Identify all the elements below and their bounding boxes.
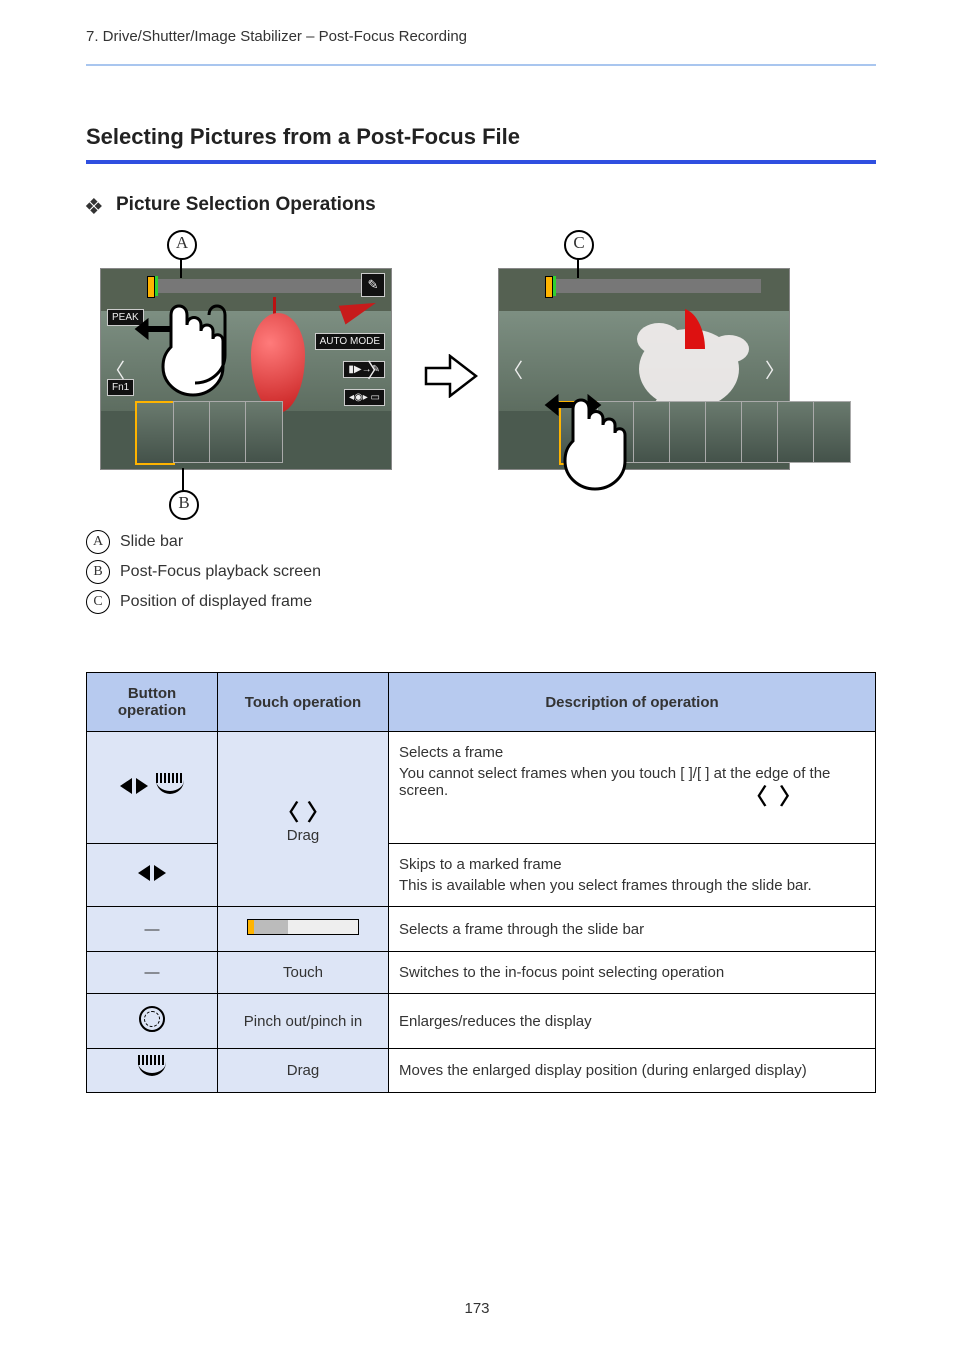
section-title: Selecting Pictures from a Post-Focus Fil… — [86, 124, 520, 150]
desc-cell: Selects a frame through the slide bar — [389, 907, 876, 952]
chevron-right-icon: 〉 — [307, 800, 329, 825]
header-rule — [86, 64, 876, 66]
col-button: Button operation — [87, 673, 218, 732]
control-wheel-icon — [139, 1006, 165, 1032]
legend-mark-b: B — [86, 560, 110, 584]
table-row: — Selects a frame through the slide bar — [87, 907, 876, 952]
btn-cell: — — [87, 952, 218, 994]
callout-legend: A Slide bar B Post-Focus playback screen C… — [86, 530, 321, 620]
desc-cell: Skips to a marked frame This is availabl… — [389, 844, 876, 907]
desc-cell: Selects a frame You cannot select frames… — [389, 732, 876, 844]
auto-mode-badge: AUTO MODE — [315, 333, 385, 350]
left-arrow-icon — [120, 778, 132, 794]
desc-cell: Enlarges/reduces the display — [389, 994, 876, 1049]
desc-cell: Moves the enlarged display position (dur… — [389, 1049, 876, 1093]
operations-table: Button operation Touch operation Descrip… — [86, 672, 876, 1093]
legend-mark-c: C — [86, 590, 110, 614]
playback-screen-left: ✎ PEAK Fn1 AUTO MODE ▮▶→✎ ◂◉▸ ▭ 〈 〉 — [100, 268, 392, 470]
callout-c: C — [564, 230, 594, 260]
col-desc: Description of operation — [389, 673, 876, 732]
touch-cell: Pinch out/pinch in — [218, 994, 389, 1049]
page-number: 173 — [0, 1300, 954, 1317]
callout-b: B — [169, 490, 199, 520]
prev-chevron-icon[interactable]: 〈 — [105, 355, 125, 384]
desc-cell: Switches to the in-focus point selecting… — [389, 952, 876, 994]
category-header: 7. Drive/Shutter/Image Stabilizer – Post… — [86, 28, 467, 45]
left-arrow-icon — [138, 865, 150, 881]
arrow-right-icon — [424, 354, 478, 398]
btn-cell — [87, 732, 218, 844]
playback-screen-right: 〈 〉 — [498, 268, 790, 470]
legend-text-b: Post-Focus playback screen — [120, 563, 321, 581]
table-row: Skips to a marked frame This is availabl… — [87, 844, 876, 907]
right-arrow-icon — [136, 778, 148, 794]
next-chevron-icon[interactable]: 〉 — [765, 355, 785, 384]
diamond-icon: ❖ — [84, 194, 104, 220]
col-touch: Touch operation — [218, 673, 389, 732]
thumbnail-strip[interactable] — [135, 401, 281, 461]
touch-cell: 〈 〉Drag — [218, 732, 389, 907]
table-row: — Touch Switches to the in-focus point s… — [87, 952, 876, 994]
prev-chevron-icon[interactable]: 〈 — [503, 355, 523, 384]
right-arrow-icon — [154, 865, 166, 881]
table-row: 〈 〉Drag Selects a frame You cannot selec… — [87, 732, 876, 844]
drag-hand-icon — [543, 379, 663, 499]
legend-text-a: Slide bar — [120, 533, 183, 551]
table-row: Drag Moves the enlarged display position… — [87, 1049, 876, 1093]
dial-icon — [138, 1061, 166, 1076]
legend-mark-a: A — [86, 530, 110, 554]
touch-cell — [218, 907, 389, 952]
chevron-left-icon: 〈 — [277, 800, 299, 825]
touch-cell: Touch — [218, 952, 389, 994]
nav-badge: ◂◉▸ ▭ — [344, 389, 385, 406]
next-chevron-icon[interactable]: 〉 — [367, 355, 387, 384]
table-row: Pinch out/pinch in Enlarges/reduces the … — [87, 994, 876, 1049]
chevron-right-icon: 〉 — [780, 784, 802, 809]
chevron-left-icon: 〈 — [745, 784, 767, 809]
drag-hand-icon — [131, 279, 251, 399]
btn-cell — [87, 844, 218, 907]
figure-area: ✎ PEAK Fn1 AUTO MODE ▮▶→✎ ◂◉▸ ▭ 〈 〉 A B — [86, 244, 876, 514]
legend-text-c: Position of displayed frame — [120, 593, 312, 611]
callout-a: A — [167, 230, 197, 260]
slide-bar[interactable] — [547, 279, 761, 293]
edit-icon[interactable]: ✎ — [361, 273, 385, 297]
touch-cell: Drag — [218, 1049, 389, 1093]
slider-icon — [247, 919, 359, 935]
section-rule — [86, 160, 876, 164]
btn-cell — [87, 994, 218, 1049]
btn-cell — [87, 1049, 218, 1093]
dial-icon — [156, 779, 184, 794]
btn-cell: — — [87, 907, 218, 952]
section-subtitle: Picture Selection Operations — [116, 194, 376, 216]
